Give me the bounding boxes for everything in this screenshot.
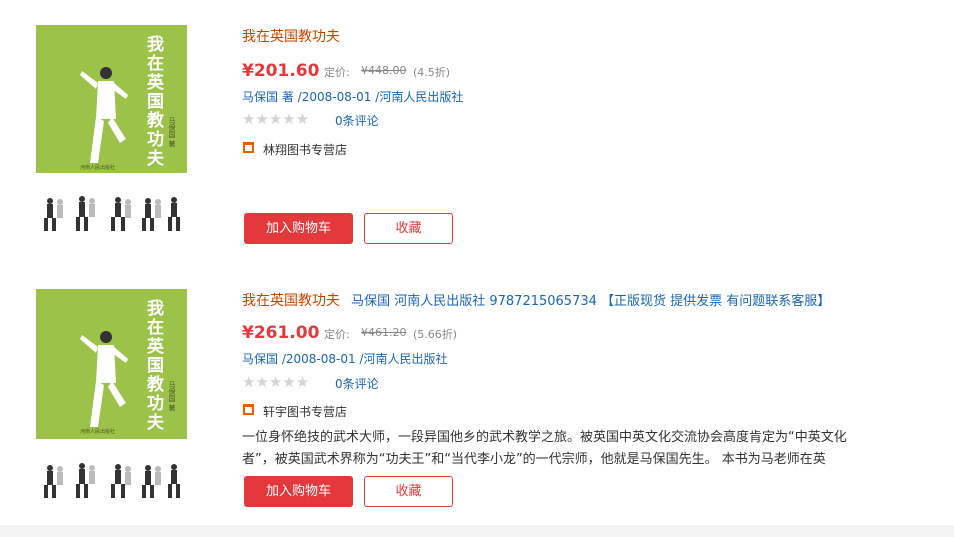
- product-title-row: 我在英国教功夫 马保国 河南人民出版社 9787215065734 【正版现货 …: [242, 290, 830, 310]
- star-icon: ★★★★★: [242, 373, 310, 391]
- cover-title: 我在英国教功夫: [143, 35, 163, 168]
- list-price-label: 定价:: [324, 328, 350, 341]
- bottom-divider: [0, 525, 954, 537]
- cover-background: 我在英国教功夫 马保国 著 河南人民出版社: [36, 25, 187, 173]
- cover-publisher: 河南人民出版社: [80, 429, 116, 435]
- book-cover-image[interactable]: 我在英国教功夫 马保国 著 河南人民出版社: [36, 25, 187, 242]
- kungfu-poses-illustration: [44, 196, 180, 231]
- price: ¥261.00: [242, 323, 320, 343]
- author-link[interactable]: 马保国: [242, 90, 278, 104]
- product-subtitle-link[interactable]: 马保国 河南人民出版社 9787215065734 【正版现货 提供发票 有问题…: [351, 294, 830, 309]
- author-suffix: /: [278, 352, 286, 366]
- publisher-link[interactable]: 河南人民出版社: [363, 352, 447, 366]
- star-icon: ★★★★★: [242, 110, 310, 128]
- publish-date: 2008-08-01: [301, 90, 372, 104]
- product-item: 我在英国教功夫 马保国 著 河南人民出版社 我在英国教功夫 马保国 河南人民出版…: [0, 262, 954, 525]
- store-icon: [243, 404, 254, 415]
- author-suffix: 著 /: [278, 90, 302, 104]
- kungfu-figure-illustration: [80, 331, 128, 427]
- list-price: ¥461.20: [361, 326, 407, 339]
- publish-date: 2008-08-01: [285, 352, 356, 366]
- store-icon: [243, 142, 254, 153]
- list-price: ¥448.00: [361, 64, 407, 77]
- kungfu-poses-illustration: [44, 463, 180, 498]
- book-meta: 马保国 著 /2008-08-01 /河南人民出版社: [242, 88, 463, 105]
- kungfu-figure-illustration: [80, 67, 128, 163]
- cover-author: 马保国 著: [168, 381, 176, 412]
- favorite-button[interactable]: 收藏: [364, 476, 453, 507]
- reviews-link[interactable]: 0条评论: [335, 112, 379, 129]
- shop-link[interactable]: 林翔图书专营店: [263, 141, 347, 158]
- cover-background: 我在英国教功夫 马保国 著 河南人民出版社: [36, 289, 187, 439]
- cover-author: 马保国 著: [168, 117, 176, 148]
- description-line: 一位身怀绝技的武术大师，一段异国他乡的武术教学之旅。被英国中英文化交流协会高度肯…: [242, 430, 847, 445]
- book-meta: 马保国 /2008-08-01 /河南人民出版社: [242, 350, 448, 367]
- favorite-button[interactable]: 收藏: [364, 213, 453, 244]
- book-cover-image[interactable]: 我在英国教功夫 马保国 著 河南人民出版社: [36, 289, 187, 506]
- product-title-link[interactable]: 我在英国教功夫: [242, 293, 340, 309]
- discount: (4.5折): [413, 66, 451, 79]
- reviews-link[interactable]: 0条评论: [335, 375, 379, 392]
- add-to-cart-button[interactable]: 加入购物车: [244, 213, 353, 244]
- description-line: 者”，被英国武术界称为“功夫王”和“当代李小龙”的一代宗师，他就是马保国先生。 …: [242, 452, 826, 467]
- product-title-link[interactable]: 我在英国教功夫: [242, 26, 340, 46]
- shop-link[interactable]: 轩宇图书专营店: [263, 403, 347, 420]
- cover-publisher: 河南人民出版社: [80, 165, 116, 171]
- price: ¥201.60: [242, 61, 320, 81]
- cover-title: 我在英国教功夫: [143, 299, 163, 432]
- author-link[interactable]: 马保国: [242, 352, 278, 366]
- add-to-cart-button[interactable]: 加入购物车: [244, 476, 353, 507]
- list-price-label: 定价:: [324, 66, 350, 79]
- publisher-link[interactable]: 河南人民出版社: [379, 90, 463, 104]
- discount: (5.66折): [413, 328, 458, 341]
- product-item: 我在英国教功夫 马保国 著 河南人民出版社 我在英国教功夫 ¥201.60 定价…: [0, 0, 954, 262]
